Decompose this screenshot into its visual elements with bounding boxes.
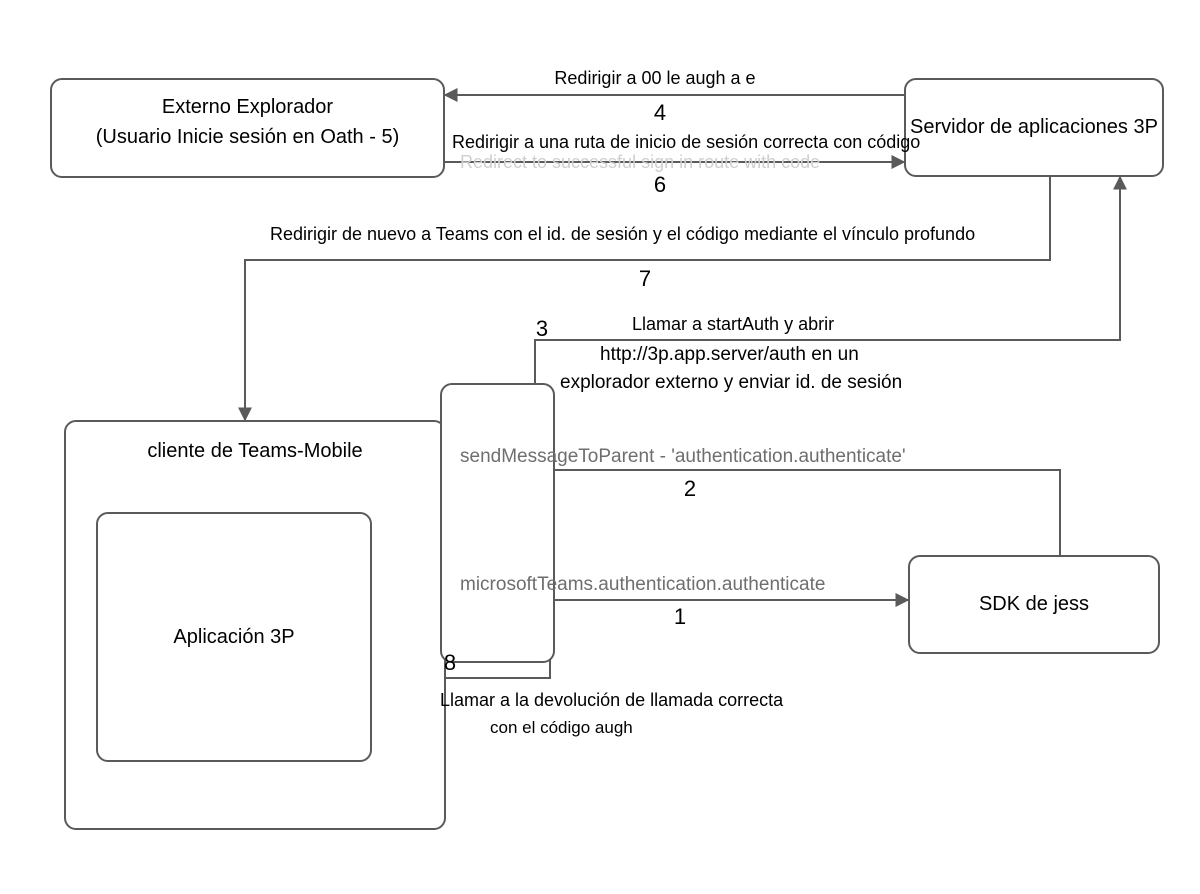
edge-6-label: Redirigir a una ruta de inicio de sesión… bbox=[452, 132, 920, 153]
app-3p-label: Aplicación 3P bbox=[173, 626, 294, 648]
edge-3-label-a: Llamar a startAuth y abrir bbox=[632, 314, 834, 335]
edge-3-number: 3 bbox=[522, 316, 562, 342]
edge-2-number: 2 bbox=[670, 476, 710, 502]
teams-mobile-label: cliente de Teams-Mobile bbox=[147, 440, 362, 462]
edge-4-label: Redirigir a 00 le augh a e bbox=[525, 68, 785, 89]
edge-2-label: sendMessageToParent - 'authentication.au… bbox=[460, 446, 906, 468]
node-server-3p: Servidor de aplicaciones 3P bbox=[904, 78, 1164, 177]
node-sdk: SDK de jess bbox=[908, 555, 1160, 654]
edge-8-number: 8 bbox=[430, 650, 470, 676]
edge-7-number: 7 bbox=[625, 266, 665, 292]
edge-8-label-a: Llamar a la devolución de llamada correc… bbox=[440, 690, 783, 711]
external-browser-line1: Externo Explorador bbox=[162, 96, 333, 118]
node-aux-box bbox=[440, 383, 555, 663]
edge-3-label-c: explorador externo y enviar id. de sesió… bbox=[560, 372, 902, 394]
edge-1-number: 1 bbox=[660, 604, 700, 630]
sdk-label: SDK de jess bbox=[979, 593, 1089, 615]
diagram-stage: Externo Explorador (Usuario Inicie sesió… bbox=[0, 0, 1200, 894]
external-browser-line2: (Usuario Inicie sesión en Oath - 5) bbox=[96, 126, 399, 148]
node-app-3p: Aplicación 3P bbox=[96, 512, 372, 762]
node-external-browser: Externo Explorador (Usuario Inicie sesió… bbox=[50, 78, 445, 178]
server-3p-label: Servidor de aplicaciones 3P bbox=[910, 116, 1158, 138]
node-teams-mobile: cliente de Teams-Mobile Aplicación 3P bbox=[64, 420, 446, 830]
edge-3-label-b: http://3p.app.server/auth en un bbox=[600, 344, 859, 366]
edge-4-number: 4 bbox=[640, 100, 680, 126]
edge-6-ghost: Redirect to successful sign in route wit… bbox=[460, 152, 820, 173]
edge-7-label: Redirigir de nuevo a Teams con el id. de… bbox=[270, 224, 975, 245]
edge-6-number: 6 bbox=[640, 172, 680, 198]
edge-1-label: microsoftTeams.authentication.authentica… bbox=[460, 574, 825, 596]
edge-8-label-b: con el código augh bbox=[490, 718, 633, 738]
